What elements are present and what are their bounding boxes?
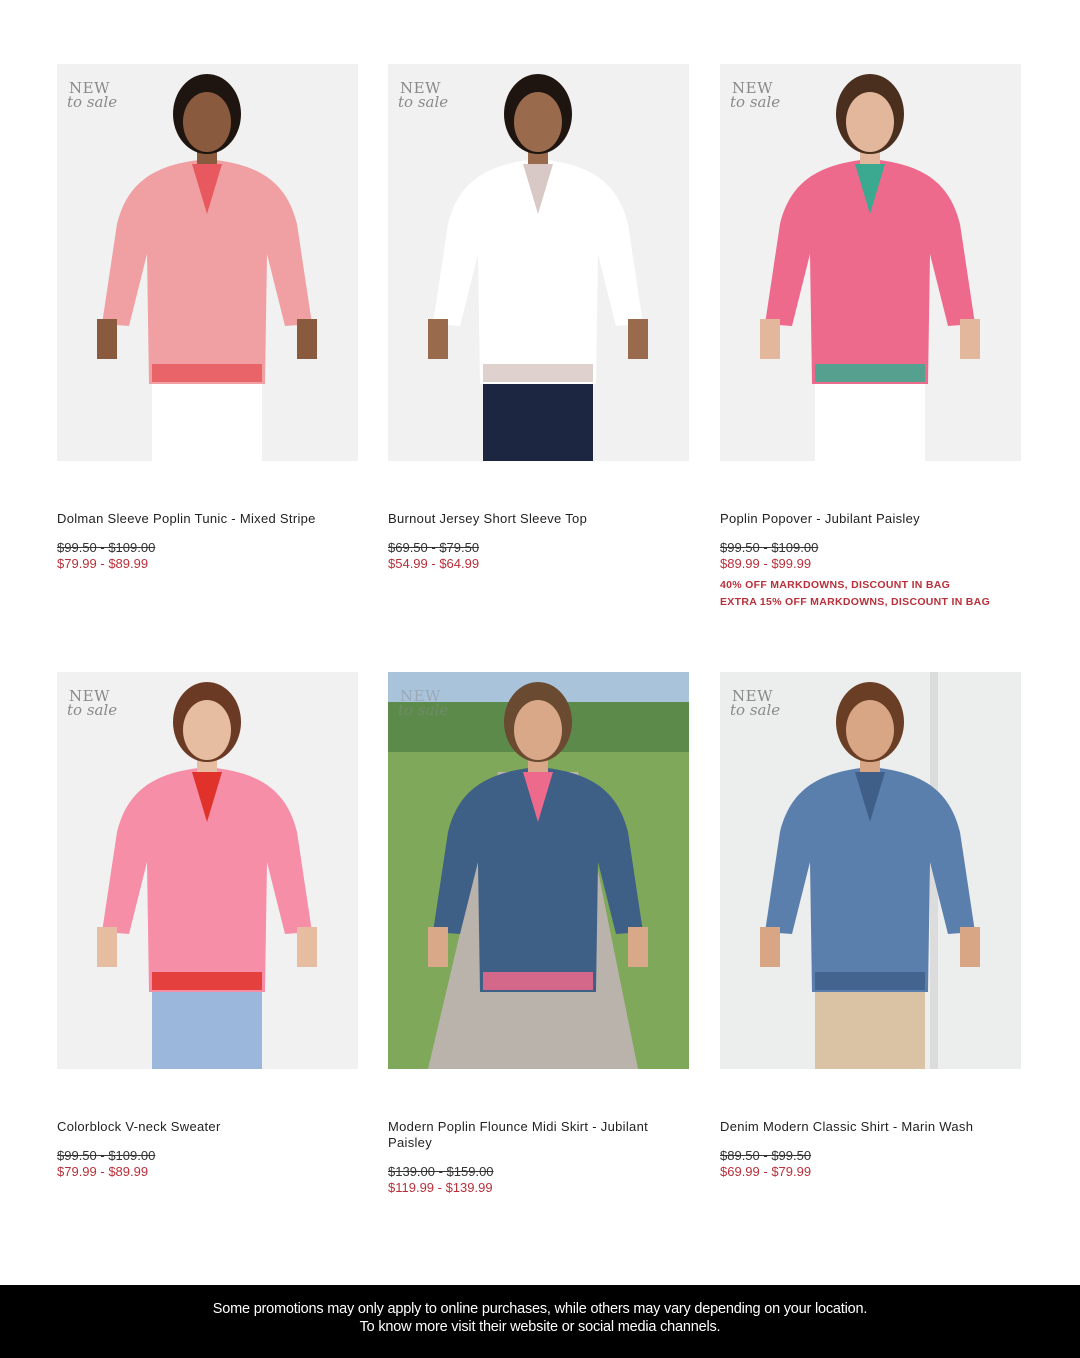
original-price: $99.50 - $109.00 — [57, 1148, 156, 1163]
new-to-sale-badge: NEW to sale — [730, 689, 781, 719]
product-photo-illustration — [57, 672, 358, 1069]
product-image[interactable]: NEW to sale — [57, 64, 358, 461]
product-prices: $89.50 - $99.50 $69.99 - $79.99 — [720, 1148, 1021, 1180]
product-photo-illustration — [720, 672, 1021, 1069]
original-price: $69.50 - $79.50 — [388, 540, 480, 555]
product-name-link[interactable]: Colorblock V-neck Sweater — [57, 1119, 358, 1135]
new-to-sale-badge: NEW to sale — [398, 689, 449, 719]
product-prices: $99.50 - $109.00 $79.99 - $89.99 — [57, 1148, 358, 1180]
product-name-link[interactable]: Modern Poplin Flounce Midi Skirt - Jubil… — [388, 1119, 689, 1151]
original-price: $139.00 - $159.00 — [388, 1164, 494, 1179]
product-image[interactable]: NEW to sale — [57, 672, 358, 1069]
disclaimer-line-1: Some promotions may only apply to online… — [212, 1301, 868, 1317]
product-image[interactable]: NEW to sale — [388, 64, 689, 461]
original-price: $99.50 - $109.00 — [720, 540, 819, 555]
product-card[interactable]: NEW to sale Burnout Jersey Short Sleeve To… — [388, 64, 689, 571]
product-card[interactable]: NEW to sale Poplin Popover - Jubilant Pais… — [720, 64, 1021, 608]
product-image[interactable]: NEW to sale — [388, 672, 689, 1069]
product-image[interactable]: NEW to sale — [720, 672, 1021, 1069]
product-card[interactable]: NEW to sale Modern Poplin Flounce Midi Ski… — [388, 672, 689, 1195]
new-to-sale-badge: NEW to sale — [730, 81, 781, 111]
badge-line-to-sale: to sale — [67, 93, 118, 111]
badge-line-to-sale: to sale — [67, 701, 118, 719]
product-prices: $99.50 - $109.00 $89.99 - $99.99 40% OFF M… — [720, 540, 1021, 611]
sale-price: $79.99 - $89.99 — [57, 1164, 149, 1179]
sale-price: $69.99 - $79.99 — [720, 1164, 812, 1179]
product-name-link[interactable]: Poplin Popover - Jubilant Paisley — [720, 511, 1021, 527]
badge-line-to-sale: to sale — [398, 701, 449, 719]
product-name-link[interactable]: Dolman Sleeve Poplin Tunic - Mixed Strip… — [57, 511, 358, 527]
sale-price: $89.99 - $99.99 — [720, 556, 812, 571]
product-image[interactable]: NEW to sale — [720, 64, 1021, 461]
product-prices: $69.50 - $79.50 $54.99 - $64.99 — [388, 540, 689, 572]
badge-line-to-sale: to sale — [398, 93, 449, 111]
product-card[interactable]: NEW to sale Colorblock V-neck Sweater $99.5… — [57, 672, 358, 1179]
product-prices: $139.00 - $159.00 $119.99 - $139.99 — [388, 1164, 689, 1196]
disclaimer-line-2: To know more visit their website or soci… — [359, 1319, 721, 1335]
new-to-sale-badge: NEW to sale — [67, 81, 118, 111]
product-photo-illustration — [57, 64, 358, 461]
product-photo-illustration — [720, 64, 1021, 461]
product-prices: $99.50 - $109.00 $79.99 - $89.99 — [57, 540, 358, 572]
product-photo-illustration — [388, 672, 689, 1069]
promo-message: 40% OFF MARKDOWNS, DISCOUNT IN BAG — [720, 579, 951, 591]
product-name-link[interactable]: Denim Modern Classic Shirt - Marin Wash — [720, 1119, 1021, 1135]
badge-line-to-sale: to sale — [730, 701, 781, 719]
product-photo-illustration — [388, 64, 689, 461]
sale-price: $54.99 - $64.99 — [388, 556, 480, 571]
product-name-link[interactable]: Burnout Jersey Short Sleeve Top — [388, 511, 689, 527]
badge-line-to-sale: to sale — [730, 93, 781, 111]
sale-price: $119.99 - $139.99 — [388, 1180, 493, 1195]
sale-price: $79.99 - $89.99 — [57, 556, 149, 571]
promo-message: EXTRA 15% OFF MARKDOWNS, DISCOUNT IN BAG — [720, 596, 991, 608]
new-to-sale-badge: NEW to sale — [398, 81, 449, 111]
product-card[interactable]: NEW to sale Denim Modern Classic Shirt - M… — [720, 672, 1021, 1179]
original-price: $89.50 - $99.50 — [720, 1148, 812, 1163]
new-to-sale-badge: NEW to sale — [67, 689, 118, 719]
promotions-disclaimer-banner: Some promotions may only apply to online… — [0, 1285, 1080, 1358]
original-price: $99.50 - $109.00 — [57, 540, 156, 555]
product-card[interactable]: NEW to sale Dolman Sleeve Poplin Tunic - M… — [57, 64, 358, 571]
